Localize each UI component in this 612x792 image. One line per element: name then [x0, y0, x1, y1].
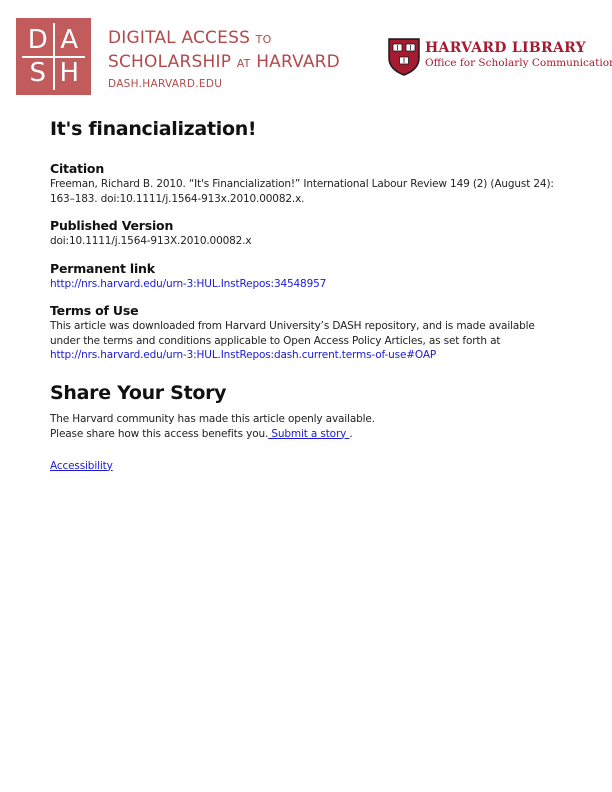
citation-text: Freeman, Richard B. 2010. “It's Financia…	[50, 178, 554, 205]
dash-line1-small: TO	[255, 33, 272, 46]
citation-section: Citation Freeman, Richard B. 2010. “It's…	[50, 160, 560, 206]
citation-label: Citation	[50, 161, 105, 176]
library-title: HARVARD LIBRARY	[425, 40, 586, 56]
published-version-text: doi:10.1111/j.1564-913X.2010.00082.x	[50, 235, 252, 247]
harvard-shield-icon	[388, 38, 420, 76]
dash-line-1: DIGITAL ACCESS TO	[108, 27, 340, 51]
logo-letter-a: A	[60, 24, 79, 55]
terms-body: This article was downloaded from Harvard…	[50, 319, 560, 363]
logo-letter-d: D	[27, 24, 48, 55]
main-content: It's financialization! Citation Freeman,…	[50, 118, 560, 473]
terms-section: Terms of Use This article was downloaded…	[50, 302, 560, 363]
permanent-link[interactable]: http://nrs.harvard.edu/urn-3:HUL.InstRep…	[50, 278, 326, 290]
logo-letter-h: H	[59, 58, 80, 89]
page-title: It's financialization!	[50, 118, 257, 140]
share-period: .	[349, 427, 353, 440]
accessibility-link[interactable]: Accessibility	[50, 460, 113, 472]
share-line-2: Please share how this access benefits yo…	[50, 427, 560, 442]
terms-label: Terms of Use	[50, 303, 139, 318]
dash-line1-main: DIGITAL ACCESS	[108, 28, 251, 48]
terms-link[interactable]: http://nrs.harvard.edu/urn-3:HUL.InstRep…	[50, 349, 436, 361]
share-prompt: Please share how this access benefits yo…	[50, 427, 269, 440]
dash-line2-main: SCHOLARSHIP	[108, 52, 232, 72]
library-subtitle: Office for Scholarly Communication	[425, 57, 612, 69]
share-line-1: The Harvard community has made this arti…	[50, 412, 375, 425]
share-title: Share Your Story	[50, 381, 227, 404]
published-version-section: Published Version doi:10.1111/j.1564-913…	[50, 217, 560, 249]
submit-story-link[interactable]: Submit a story	[268, 428, 349, 440]
dash-url: DASH.HARVARD.EDU	[108, 78, 223, 90]
logo-divider	[53, 23, 55, 90]
dash-line2-end: HARVARD	[256, 52, 340, 72]
terms-text: This article was downloaded from Harvard…	[50, 320, 535, 347]
dash-wordmark: DIGITAL ACCESS TO SCHOLARSHIP AT HARVARD…	[108, 27, 340, 90]
harvard-library-logo: HARVARD LIBRARY Office for Scholarly Com…	[425, 40, 612, 70]
dash-logo: D A S H	[16, 18, 91, 95]
permanent-link-label: Permanent link	[50, 260, 155, 276]
permanent-link-section: Permanent link http://nrs.harvard.edu/ur…	[50, 260, 560, 292]
dash-line-2: SCHOLARSHIP AT HARVARD	[108, 51, 340, 75]
logo-letter-s: S	[29, 58, 46, 89]
dash-line2-small: AT	[236, 57, 251, 70]
published-version-label: Published Version	[50, 218, 174, 233]
